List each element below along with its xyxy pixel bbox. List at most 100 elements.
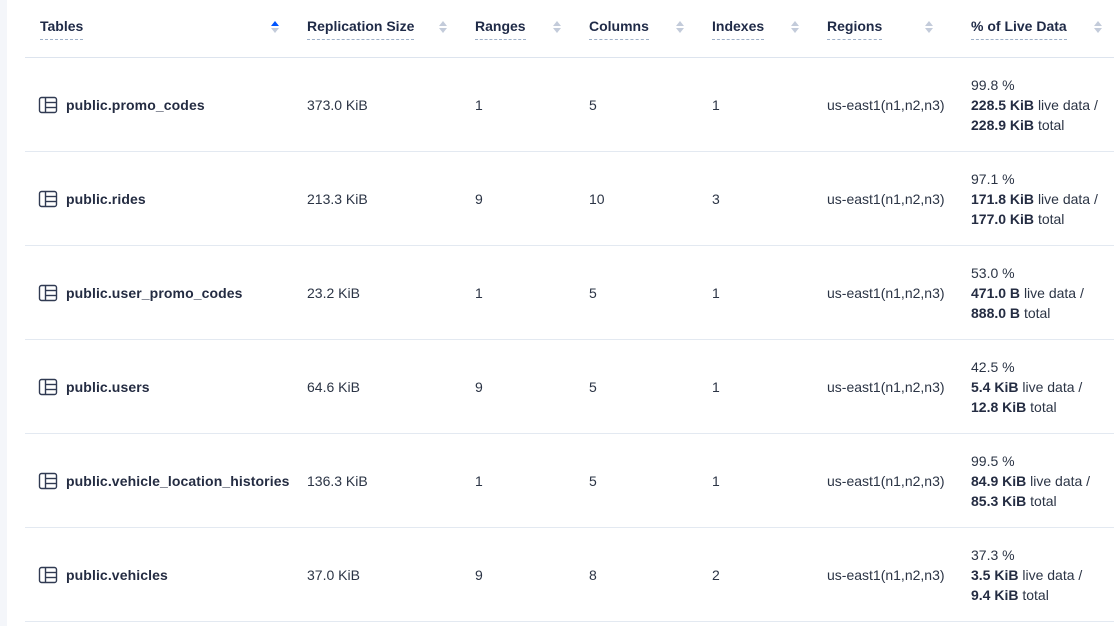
total-data-line: 888.0 B total [971,303,1050,323]
cell-replication-size: 373.0 KiB [307,58,475,151]
live-data-line: 3.5 KiB live data / [971,565,1082,585]
cell-indexes: 2 [712,528,827,621]
cell-regions: us-east1(n1,n2,n3) [827,152,961,245]
total-data-line: 12.8 KiB total [971,397,1057,417]
cell-replication-size: 37.0 KiB [307,528,475,621]
cell-indexes: 1 [712,434,827,527]
table-grid-icon [38,377,58,397]
cell-columns: 5 [589,246,712,339]
live-data-percent: 42.5 % [971,357,1015,377]
column-header-label: Tables [40,18,83,40]
column-header-columns[interactable]: Columns [589,0,712,57]
cell-ranges: 9 [475,152,589,245]
cell-live-data: 99.5 % 84.9 KiB live data / 85.3 KiB tot… [961,434,1114,527]
sort-icon[interactable] [1094,21,1102,37]
table-name[interactable]: public.vehicle_location_histories [66,473,289,489]
cell-ranges: 9 [475,528,589,621]
column-header-regions[interactable]: Regions [827,0,961,57]
cell-table-name[interactable]: public.vehicles [25,528,307,621]
table-row: public.promo_codes 373.0 KiB 1 5 1 us-ea… [25,58,1114,152]
cell-live-data: 42.5 % 5.4 KiB live data / 12.8 KiB tota… [961,340,1114,433]
column-header-indexes[interactable]: Indexes [712,0,827,57]
sort-icon[interactable] [553,21,561,37]
cell-live-data: 97.1 % 171.8 KiB live data / 177.0 KiB t… [961,152,1114,245]
table-name[interactable]: public.rides [66,191,146,207]
tables-panel: Tables Replication Size Ranges Columns I… [7,0,1114,626]
column-header-label: Columns [589,18,649,40]
cell-columns: 8 [589,528,712,621]
cell-columns: 10 [589,152,712,245]
table-grid-icon [38,283,58,303]
cell-live-data: 99.8 % 228.5 KiB live data / 228.9 KiB t… [961,58,1114,151]
cell-columns: 5 [589,434,712,527]
table-row: public.vehicle_location_histories 136.3 … [25,434,1114,528]
sort-icon[interactable] [439,21,447,37]
cell-ranges: 1 [475,58,589,151]
cell-indexes: 3 [712,152,827,245]
table-grid-icon [38,565,58,585]
live-data-line: 228.5 KiB live data / [971,95,1098,115]
table-name[interactable]: public.users [66,379,150,395]
sort-icon[interactable] [925,21,933,37]
cell-ranges: 9 [475,340,589,433]
database-tables-table: Tables Replication Size Ranges Columns I… [25,0,1114,622]
table-name[interactable]: public.vehicles [66,567,168,583]
cell-regions: us-east1(n1,n2,n3) [827,340,961,433]
cell-ranges: 1 [475,246,589,339]
total-data-line: 9.4 KiB total [971,585,1049,605]
live-data-percent: 99.5 % [971,451,1015,471]
table-row: public.users 64.6 KiB 9 5 1 us-east1(n1,… [25,340,1114,434]
column-header-tables[interactable]: Tables [25,0,307,57]
cell-regions: us-east1(n1,n2,n3) [827,246,961,339]
sort-icon[interactable] [676,21,684,37]
column-header-label: Ranges [475,18,526,40]
total-data-line: 177.0 KiB total [971,209,1064,229]
cell-regions: us-east1(n1,n2,n3) [827,58,961,151]
table-row: public.vehicles 37.0 KiB 9 8 2 us-east1(… [25,528,1114,622]
table-row: public.rides 213.3 KiB 9 10 3 us-east1(n… [25,152,1114,246]
live-data-percent: 99.8 % [971,75,1015,95]
sort-icon[interactable] [791,21,799,37]
table-grid-icon [38,95,58,115]
cell-indexes: 1 [712,246,827,339]
cell-table-name[interactable]: public.vehicle_location_histories [25,434,307,527]
cell-indexes: 1 [712,58,827,151]
live-data-line: 84.9 KiB live data / [971,471,1090,491]
live-data-percent: 53.0 % [971,263,1015,283]
live-data-percent: 37.3 % [971,545,1015,565]
cell-columns: 5 [589,340,712,433]
cell-ranges: 1 [475,434,589,527]
table-name[interactable]: public.promo_codes [66,97,205,113]
column-header-ranges[interactable]: Ranges [475,0,589,57]
table-header-row: Tables Replication Size Ranges Columns I… [25,0,1114,58]
cell-table-name[interactable]: public.users [25,340,307,433]
total-data-line: 85.3 KiB total [971,491,1057,511]
cell-table-name[interactable]: public.user_promo_codes [25,246,307,339]
table-grid-icon [38,189,58,209]
table-name[interactable]: public.user_promo_codes [66,285,243,301]
cell-live-data: 53.0 % 471.0 B live data / 888.0 B total [961,246,1114,339]
column-header-label: Indexes [712,18,764,40]
table-row: public.user_promo_codes 23.2 KiB 1 5 1 u… [25,246,1114,340]
table-grid-icon [38,471,58,491]
sort-icon[interactable] [271,21,279,37]
page-left-gutter [0,0,7,626]
cell-live-data: 37.3 % 3.5 KiB live data / 9.4 KiB total [961,528,1114,621]
cell-regions: us-east1(n1,n2,n3) [827,528,961,621]
cell-indexes: 1 [712,340,827,433]
cell-replication-size: 64.6 KiB [307,340,475,433]
column-header-replication-size[interactable]: Replication Size [307,0,475,57]
cell-replication-size: 213.3 KiB [307,152,475,245]
cell-regions: us-east1(n1,n2,n3) [827,434,961,527]
live-data-line: 171.8 KiB live data / [971,189,1098,209]
cell-columns: 5 [589,58,712,151]
column-header-label: % of Live Data [971,18,1067,40]
cell-table-name[interactable]: public.promo_codes [25,58,307,151]
live-data-line: 5.4 KiB live data / [971,377,1082,397]
column-header-live-data[interactable]: % of Live Data [961,0,1114,57]
column-header-label: Regions [827,18,882,40]
live-data-line: 471.0 B live data / [971,283,1084,303]
cell-table-name[interactable]: public.rides [25,152,307,245]
cell-replication-size: 23.2 KiB [307,246,475,339]
cell-replication-size: 136.3 KiB [307,434,475,527]
